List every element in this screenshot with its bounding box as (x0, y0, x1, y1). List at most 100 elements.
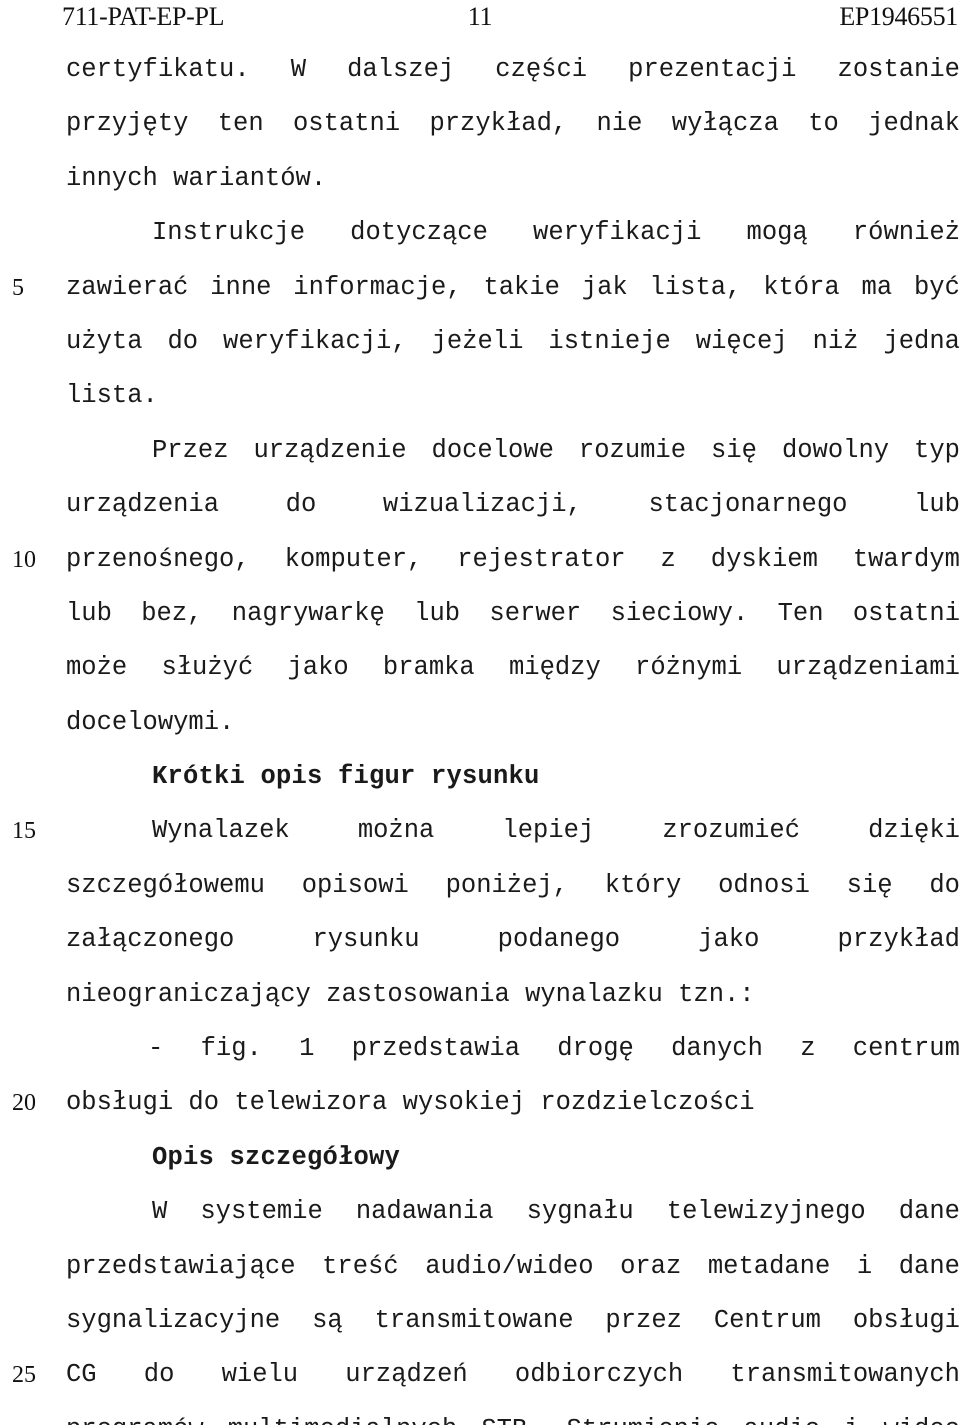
word: przedstawiające (66, 1251, 296, 1281)
word: jako (287, 653, 349, 683)
page-header: 711-PAT-EP-PL 11 EP1946551 (0, 0, 960, 42)
word: transmitowane (374, 1305, 574, 1335)
word: służyć (161, 653, 254, 683)
word: nie (596, 109, 643, 139)
word: się (711, 435, 757, 465)
word: Ten (777, 598, 824, 628)
word: może (66, 653, 128, 683)
word: oraz (620, 1251, 682, 1281)
word: niż (812, 326, 859, 356)
text-line-content: zawierać inne informacje, takie jak lista, któ… (66, 261, 960, 315)
word: dotyczące (350, 218, 488, 248)
word: certyfikatu. (66, 55, 250, 84)
text-line-content: użyta do weryfikacji, jeżeli istnieje więcej n… (66, 315, 960, 369)
word: urządzeniami (776, 653, 960, 683)
text-line-content: nieograniczający zastosowania wynalazku … (66, 979, 755, 1009)
word: nadawania (355, 1197, 494, 1227)
paragraph-first-line: Instrukcje dotyczące weryfikacji mogą równie… (66, 206, 960, 260)
text-line: sygnalizacyjne są transmitowane przez Centru… (0, 1294, 960, 1348)
word: przykład (837, 925, 960, 955)
word: załączonego (66, 925, 235, 955)
word: z (660, 544, 676, 574)
word: który (604, 870, 682, 900)
word: stacjonarnego (648, 490, 848, 520)
line-number-marker: 5 (12, 274, 24, 301)
word: można (357, 816, 435, 846)
word: komputer, (284, 544, 423, 574)
word: odbiorczych (514, 1360, 684, 1390)
word: przenośnego, (66, 544, 250, 574)
patent-page: 711-PAT-EP-PL 11 EP1946551 certyfikatu. W… (0, 0, 960, 1425)
word: i (844, 1403, 859, 1425)
word: urządzeń (345, 1360, 468, 1390)
word: również (852, 218, 960, 248)
text-line-content: załączonego rysunku podanego jako przykład (66, 913, 960, 967)
word: jednak (868, 109, 960, 139)
word: telewizyjnego (666, 1197, 866, 1227)
word: systemie (200, 1197, 323, 1227)
word: mogą (746, 218, 808, 248)
word: ostatni (293, 109, 401, 139)
word: opisowi (301, 870, 409, 900)
word: bez, (141, 598, 203, 628)
word: serwer (489, 598, 582, 628)
word: się (846, 870, 893, 900)
line-number-marker: 15 (12, 818, 36, 845)
word: multimedialnych (228, 1403, 458, 1425)
word: typ (914, 435, 960, 465)
text-line: - fig. 1 przedstawia drogę danych z centrum (0, 1022, 960, 1076)
text-line: nieograniczający zastosowania wynalazku … (0, 968, 960, 1022)
word: przez (605, 1305, 682, 1335)
word: fig. (200, 1034, 262, 1064)
word: lub (914, 490, 960, 520)
word: centrum (852, 1034, 960, 1064)
word: zostanie (837, 55, 960, 84)
word: do (285, 490, 317, 520)
word: jeżeli (431, 326, 524, 356)
word: lub (414, 598, 461, 628)
word: nagrywarkę (231, 598, 385, 628)
text-line-content: docelowymi. (66, 707, 235, 737)
text-line: może służyć jako bramka między różnymi urządze… (0, 641, 960, 695)
text-line-content: lub bez, nagrywarkę lub serwer sieciowy. Ten os… (66, 587, 960, 641)
text-line: lista. (0, 369, 960, 423)
word: Centrum (713, 1305, 821, 1335)
word: weryfikacji, (223, 326, 407, 356)
paragraph-first-line: Wynalazek można lepiej zrozumieć dzięki (66, 804, 960, 858)
word: rysunku (312, 925, 420, 955)
word: obsługi (852, 1305, 960, 1335)
section-heading: Krótki opis figur rysunku (152, 762, 540, 792)
text-line-content: lista. (66, 381, 158, 411)
text-line: użyta do weryfikacji, jeżeli istnieje więcej n… (0, 315, 960, 369)
text-line: 15 Wynalazek można lepiej zrozumieć dzięki (0, 804, 960, 858)
word: CG (66, 1360, 97, 1390)
word: wizualizacji, (382, 490, 582, 520)
text-line: Instrukcje dotyczące weryfikacji mogą równie… (0, 206, 960, 260)
word: lub (66, 598, 112, 628)
text-line: przedstawiające treść audio/wideo oraz metad… (0, 1240, 960, 1294)
word: jak (581, 272, 628, 302)
word: ostatni (852, 598, 960, 628)
text-line-content: programów multimedialnych STB. Strumienie au… (66, 1403, 960, 1425)
word: wideo (883, 1403, 960, 1425)
word: jedna (883, 326, 960, 356)
text-line-content: innych wariantów. (66, 163, 327, 193)
word: dowolny (781, 435, 890, 465)
text-line: innych wariantów. (0, 152, 960, 206)
word: rejestrator (457, 544, 626, 574)
word: użyta (66, 326, 143, 356)
text-line-content: sygnalizacyjne są transmitowane przez Centru… (66, 1294, 960, 1348)
word: przyjęty (66, 109, 189, 139)
word: dyskiem (710, 544, 818, 574)
text-line: szczegółowemu opisowi poniżej, który odnosi s… (0, 859, 960, 913)
word: jako (698, 925, 760, 955)
text-line-content: certyfikatu. Wdalszej części prezentacji zos… (66, 43, 960, 97)
word: lepiej (502, 816, 595, 846)
word: dalszej (347, 55, 455, 84)
text-line: przyjęty ten ostatni przykład, nie wyłącza to j… (0, 97, 960, 151)
word: rozumie (578, 435, 687, 465)
paragraph-first-line: Wsystemie nadawania sygnału telewizyjnego da… (66, 1185, 960, 1239)
word: sygnalizacyjne (66, 1305, 281, 1335)
word: i (856, 1251, 873, 1281)
word: odnosi (718, 870, 810, 900)
